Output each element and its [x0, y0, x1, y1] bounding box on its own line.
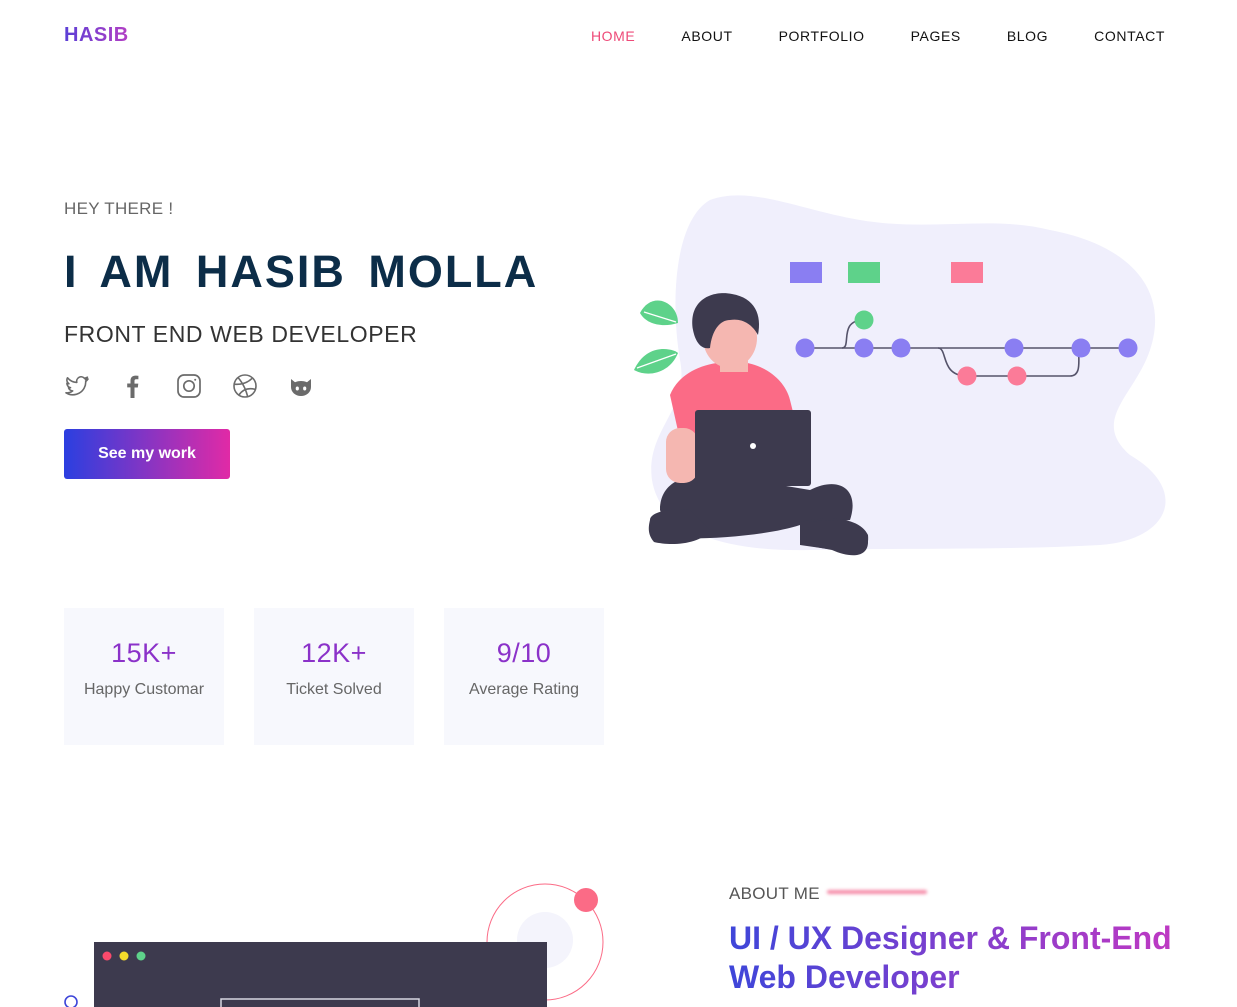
- instagram-icon[interactable]: [176, 373, 202, 399]
- pink-card: [951, 262, 983, 283]
- about-title: UI / UX Designer & Front-End Web Develop…: [729, 919, 1189, 997]
- hero-greeting: HEY THERE !: [64, 199, 174, 218]
- browser-window: [94, 942, 547, 1007]
- stat-card: 12K+ Ticket Solved: [254, 608, 414, 745]
- nav-about[interactable]: ABOUT: [681, 28, 732, 44]
- nav-home[interactable]: HOME: [591, 28, 635, 44]
- twitter-icon[interactable]: [64, 373, 90, 399]
- hero-role: FRONT END WEB DEVELOPER: [64, 321, 418, 347]
- nav-blog[interactable]: BLOG: [1007, 28, 1048, 44]
- brand-logo[interactable]: HASIB: [64, 24, 129, 47]
- github-icon[interactable]: [288, 373, 314, 399]
- stat-label: Ticket Solved: [286, 681, 382, 698]
- window-close-dot: [102, 951, 112, 961]
- dribbble-icon[interactable]: [232, 373, 258, 399]
- about-underline: [827, 890, 927, 894]
- main-nav: HOME ABOUT PORTFOLIO PAGES BLOG CONTACT: [545, 28, 1165, 44]
- stat-label: Happy Customar: [83, 681, 205, 698]
- decorative-dot: [574, 888, 598, 912]
- window-maximize-dot: [136, 951, 146, 961]
- stat-value: 9/10: [496, 638, 552, 668]
- leaf-decoration: [634, 300, 678, 374]
- nav-contact[interactable]: CONTACT: [1094, 28, 1165, 44]
- stat-label: Average Rating: [469, 681, 579, 698]
- stat-card: 9/10 Average Rating: [444, 608, 604, 745]
- nav-portfolio[interactable]: PORTFOLIO: [779, 28, 865, 44]
- hero-name: I AM HASIB MOLLA: [64, 246, 539, 297]
- social-links: [64, 373, 314, 399]
- stats-row: 15K+ Happy Customar 12K+ Ticket Solved 9…: [64, 608, 604, 745]
- see-my-work-button[interactable]: See my work: [64, 429, 230, 479]
- stat-card: 15K+ Happy Customar: [64, 608, 224, 745]
- about-label: ABOUT ME: [729, 884, 820, 903]
- green-card: [848, 262, 880, 283]
- stat-value: 15K+: [111, 638, 177, 668]
- stat-value: 12K+: [301, 638, 367, 668]
- about-illustration: [64, 883, 604, 1007]
- hero-illustration: [634, 195, 1166, 556]
- purple-card: [790, 262, 822, 283]
- facebook-icon[interactable]: [120, 373, 146, 399]
- nav-pages[interactable]: PAGES: [911, 28, 961, 44]
- window-minimize-dot: [119, 951, 129, 961]
